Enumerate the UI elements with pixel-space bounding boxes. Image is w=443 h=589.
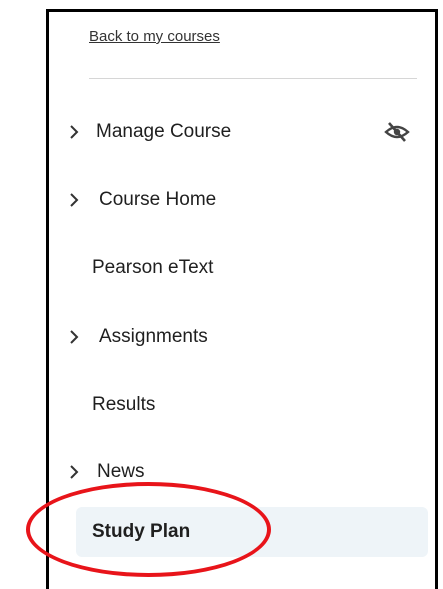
nav-item-results[interactable]: Results bbox=[49, 382, 431, 428]
nav-item-course-home[interactable]: Course Home bbox=[49, 177, 431, 223]
chevron-right-icon[interactable] bbox=[67, 462, 81, 482]
chevron-right-icon[interactable] bbox=[67, 190, 81, 210]
nav-item-study-plan[interactable]: Study Plan bbox=[76, 507, 428, 557]
nav-item-label: News bbox=[97, 461, 145, 482]
chevron-right-icon[interactable] bbox=[67, 327, 81, 347]
chevron-right-icon[interactable] bbox=[67, 122, 81, 142]
nav-item-manage-course[interactable]: Manage Course bbox=[49, 109, 431, 155]
eye-slash-icon[interactable] bbox=[384, 121, 410, 143]
course-nav-panel: Back to my courses Manage Course Course … bbox=[46, 9, 438, 589]
nav-item-news[interactable]: News bbox=[49, 449, 431, 495]
nav-item-label: Pearson eText bbox=[92, 257, 214, 278]
divider bbox=[89, 78, 417, 79]
nav-item-assignments[interactable]: Assignments bbox=[49, 314, 431, 360]
nav-item-label: Results bbox=[92, 394, 156, 415]
back-to-courses-link[interactable]: Back to my courses bbox=[89, 28, 220, 45]
nav-item-label: Study Plan bbox=[92, 521, 191, 542]
nav-item-label: Manage Course bbox=[96, 121, 232, 142]
nav-item-label: Assignments bbox=[99, 326, 208, 347]
nav-item-label: Course Home bbox=[99, 189, 217, 210]
nav-item-pearson-etext[interactable]: Pearson eText bbox=[49, 245, 431, 291]
